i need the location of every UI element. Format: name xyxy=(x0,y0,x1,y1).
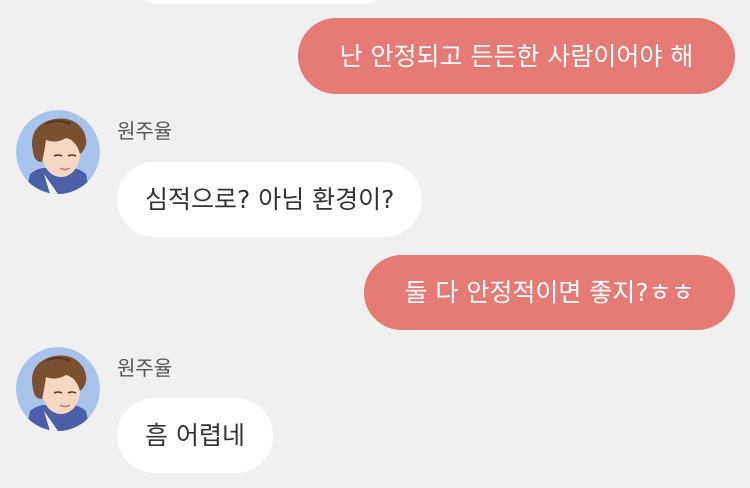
received-message-bubble[interactable]: 흠 어렵네 xyxy=(117,398,273,473)
avatar[interactable] xyxy=(16,347,100,431)
cartoon-boy-avatar-icon xyxy=(16,110,100,194)
message-text: 난 안정되고 든든한 사람이어야 해 xyxy=(339,41,694,71)
sender-name: 원주율 xyxy=(117,119,173,143)
sent-message-bubble[interactable]: 둘 다 안정적이면 좋지?ㅎㅎ xyxy=(364,255,735,330)
chat-view: 난 안정되고 든든한 사람이어야 해 원주율 심적으로? 아님 환경이? 둘 다… xyxy=(0,0,750,488)
message-text: 흠 어렵네 xyxy=(145,421,245,450)
sent-message-bubble[interactable]: 난 안정되고 든든한 사람이어야 해 xyxy=(298,18,735,94)
message-text: 둘 다 안정적이면 좋지?ㅎㅎ xyxy=(404,278,695,307)
sender-name: 원주율 xyxy=(117,356,173,380)
cartoon-boy-avatar-icon xyxy=(16,347,100,431)
previous-message-bubble[interactable] xyxy=(130,0,392,4)
message-text: 심적으로? 아님 환경이? xyxy=(145,185,395,214)
avatar[interactable] xyxy=(16,110,100,194)
received-message-bubble[interactable]: 심적으로? 아님 환경이? xyxy=(117,162,423,237)
